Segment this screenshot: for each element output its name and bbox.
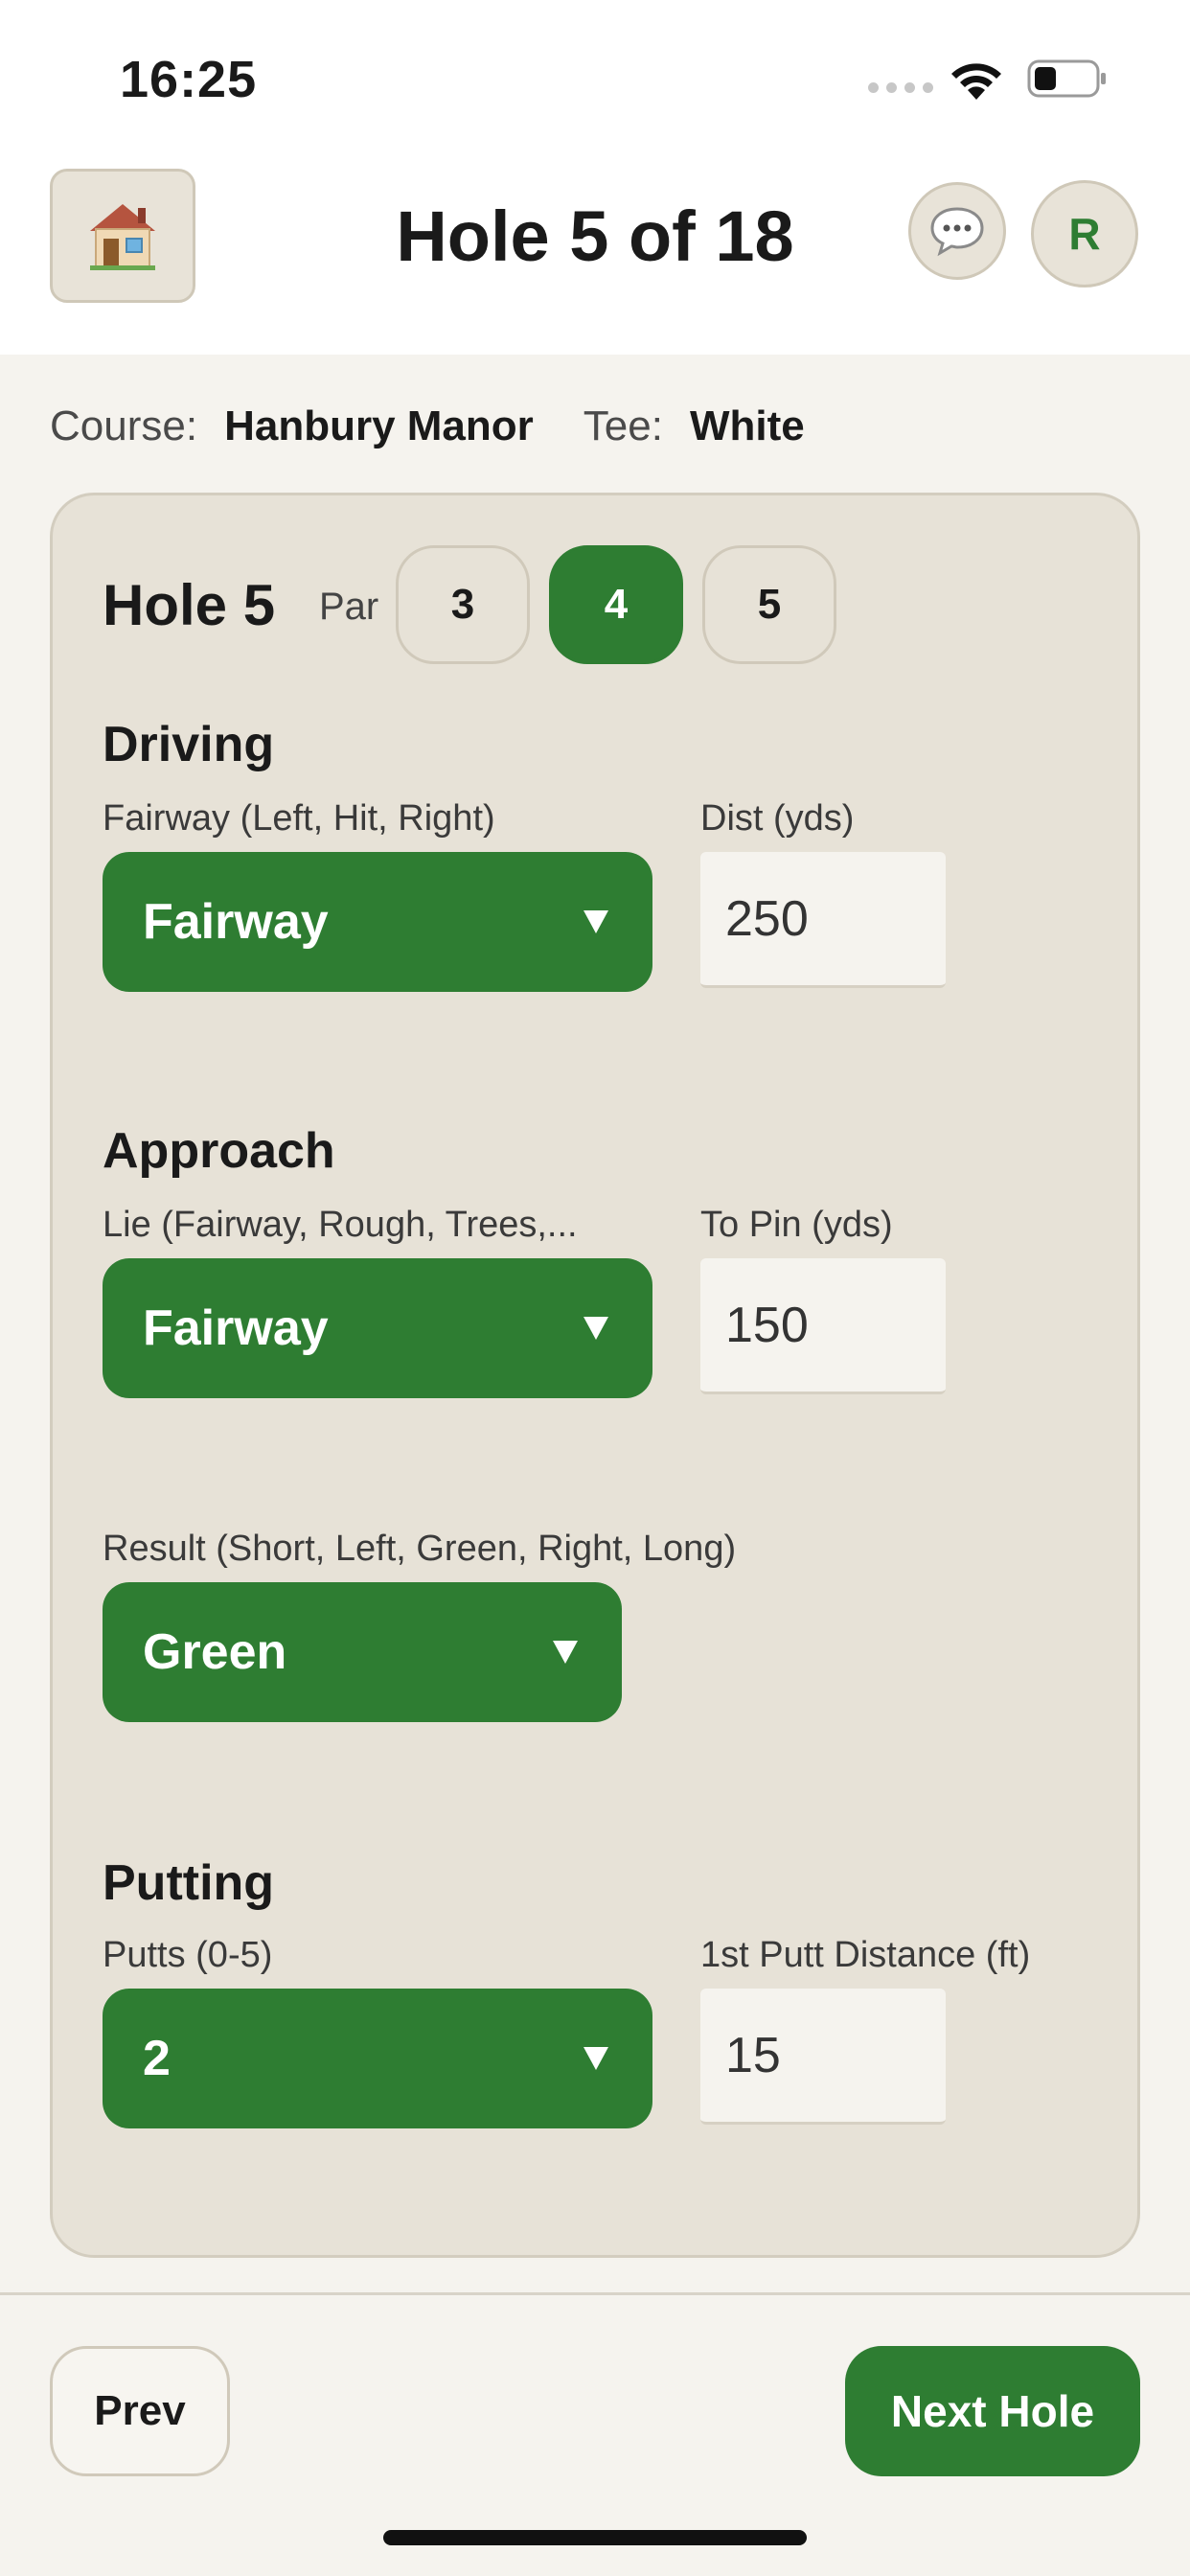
next-hole-button[interactable]: Next Hole [845, 2346, 1140, 2476]
chevron-down-icon [553, 1641, 578, 1664]
hole-card: Hole 5 Par 3 4 5 Driving Fairway (Left, … [50, 493, 1140, 2258]
drive-distance-label: Dist (yds) [700, 798, 855, 839]
chevron-down-icon [584, 910, 608, 933]
par-option-3[interactable]: 3 [396, 545, 530, 664]
putts-select[interactable]: 2 [103, 1989, 652, 2128]
lie-label: Lie (Fairway, Rough, Trees,... [103, 1205, 578, 1245]
status-time: 16:25 [120, 51, 258, 108]
result-select-value: Green [143, 1624, 287, 1680]
par-label: Par [319, 586, 379, 628]
first-putt-label: 1st Putt Distance (ft) [700, 1935, 1031, 1975]
wifi-icon [951, 63, 1001, 100]
par-option-4[interactable]: 4 [549, 545, 683, 664]
prev-button[interactable]: Prev [50, 2346, 230, 2476]
drive-distance-input[interactable]: 250 [700, 852, 946, 988]
result-select[interactable]: Green [103, 1582, 622, 1722]
cellular-signal-icon [868, 82, 933, 93]
status-bar: 16:25 [0, 0, 1190, 153]
home-indicator[interactable] [383, 2530, 807, 2545]
speech-bubble-icon [930, 207, 984, 257]
fairway-select[interactable]: Fairway [103, 852, 652, 992]
tee-label: Tee: [583, 402, 663, 449]
course-info: Course: Hanbury Manor Tee: White [50, 402, 855, 450]
lie-select-value: Fairway [143, 1300, 329, 1356]
page-title: Hole 5 of 18 [396, 196, 794, 276]
lie-select[interactable]: Fairway [103, 1258, 652, 1398]
putting-section-title: Putting [103, 1855, 275, 1911]
fairway-label: Fairway (Left, Hit, Right) [103, 798, 495, 839]
app-header: Hole 5 of 18 R [0, 153, 1190, 355]
hole-label: Hole 5 [103, 573, 276, 637]
to-pin-input[interactable]: 150 [700, 1258, 946, 1394]
course-label: Course: [50, 402, 198, 449]
chevron-down-icon [584, 1317, 608, 1340]
footer-divider [0, 2292, 1190, 2295]
putts-label: Putts (0-5) [103, 1935, 273, 1975]
first-putt-distance-input[interactable]: 15 [700, 1989, 946, 2125]
driving-section-title: Driving [103, 717, 275, 772]
tee-value: White [689, 402, 805, 449]
approach-section-title: Approach [103, 1123, 335, 1179]
avatar[interactable]: R [1031, 180, 1138, 288]
chevron-down-icon [584, 2047, 608, 2070]
fairway-select-value: Fairway [143, 894, 329, 950]
result-label: Result (Short, Left, Green, Right, Long) [103, 1529, 737, 1569]
to-pin-label: To Pin (yds) [700, 1205, 893, 1245]
par-option-5[interactable]: 5 [702, 545, 836, 664]
putts-select-value: 2 [143, 2031, 171, 2086]
app-screen: 16:25 Hole 5 of 18 R Course: Hanbury Man… [0, 0, 1190, 2576]
battery-icon [1027, 59, 1106, 98]
course-name: Hanbury Manor [224, 402, 534, 449]
chat-button[interactable] [908, 182, 1006, 280]
